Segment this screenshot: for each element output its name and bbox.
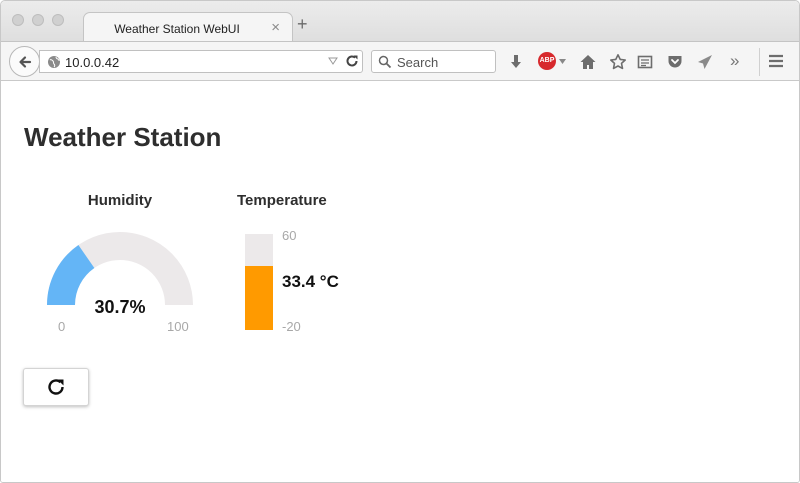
- temperature-value: 33.4 °C: [282, 272, 339, 291]
- temperature-bar: [245, 234, 273, 330]
- pocket-icon[interactable]: [666, 53, 684, 71]
- temperature-label: Temperature: [237, 192, 327, 209]
- search-field[interactable]: Search: [371, 50, 496, 73]
- dropdown-icon[interactable]: [328, 57, 338, 65]
- tab-close-icon[interactable]: ×: [271, 19, 280, 36]
- page-title: Weather Station: [24, 122, 222, 152]
- toolbar-divider: [759, 48, 760, 76]
- temperature-min: -20: [282, 319, 301, 334]
- url-text: 10.0.0.42: [65, 55, 120, 70]
- page-content: Weather Station Humidity 30.7% 0 100 Tem…: [1, 82, 799, 482]
- search-icon: [378, 55, 392, 69]
- tab-title: Weather Station WebUI: [114, 22, 240, 36]
- browser-window: Weather Station WebUI × + 10.0.0.42 Sear…: [0, 0, 800, 483]
- home-icon[interactable]: [579, 53, 597, 71]
- search-placeholder: Search: [397, 55, 439, 70]
- url-bar[interactable]: 10.0.0.42: [39, 50, 363, 73]
- download-icon[interactable]: [507, 53, 525, 71]
- humidity-label: Humidity: [87, 192, 153, 209]
- humidity-max: 100: [167, 319, 189, 334]
- tab-strip: Weather Station WebUI × +: [1, 1, 799, 43]
- reload-icon[interactable]: [345, 54, 359, 68]
- refresh-button[interactable]: [23, 368, 89, 406]
- close-window-button[interactable]: [12, 14, 24, 26]
- temperature-bar-fill: [245, 265, 273, 330]
- send-icon[interactable]: [696, 53, 714, 71]
- new-tab-button[interactable]: +: [297, 15, 308, 33]
- menu-icon[interactable]: [768, 54, 784, 68]
- adblock-icon[interactable]: ABP: [538, 52, 556, 70]
- humidity-value: 30.7%: [94, 297, 146, 317]
- humidity-min: 0: [58, 319, 66, 334]
- overflow-icon[interactable]: »: [730, 51, 739, 71]
- adblock-dropdown-icon[interactable]: [559, 59, 566, 64]
- refresh-icon: [48, 379, 64, 395]
- bookmark-star-icon[interactable]: [609, 53, 627, 71]
- minimize-window-button[interactable]: [32, 14, 44, 26]
- back-icon: [18, 55, 31, 68]
- reading-list-icon[interactable]: [636, 53, 654, 71]
- navigation-toolbar: 10.0.0.42 Search ABP »: [1, 41, 799, 81]
- zoom-window-button[interactable]: [52, 14, 64, 26]
- tab-weather-station[interactable]: Weather Station WebUI ×: [83, 12, 293, 43]
- globe-icon: [48, 56, 60, 68]
- back-button[interactable]: [9, 46, 40, 77]
- temperature-max: 60: [282, 228, 297, 243]
